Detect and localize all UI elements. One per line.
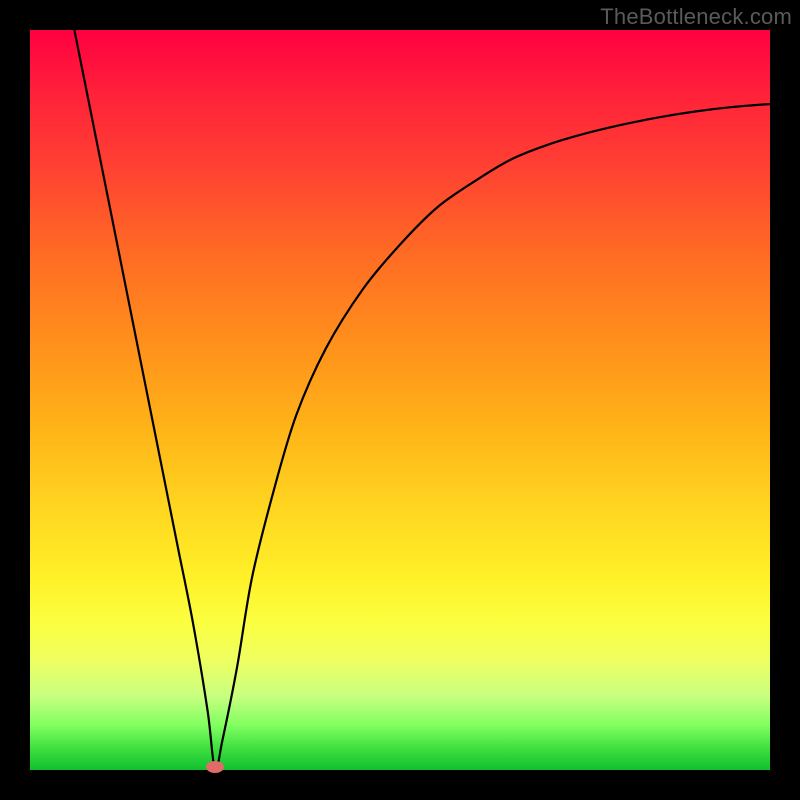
bottleneck-curve bbox=[74, 30, 770, 771]
curve-svg bbox=[30, 30, 770, 770]
plot-area bbox=[30, 30, 770, 770]
chart-frame: TheBottleneck.com bbox=[0, 0, 800, 800]
watermark-text: TheBottleneck.com bbox=[600, 4, 792, 30]
minimum-marker bbox=[206, 761, 224, 773]
